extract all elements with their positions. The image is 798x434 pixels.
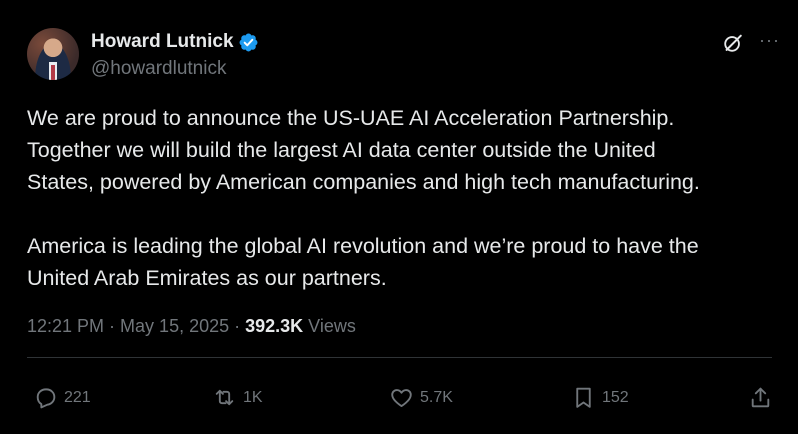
author-handle[interactable]: @howardlutnick bbox=[91, 58, 226, 80]
tweet-meta: 12:21 PM · May 15, 2025 · 392.3K Views bbox=[27, 316, 356, 337]
repost-count: 1K bbox=[243, 388, 263, 406]
repost-icon bbox=[215, 389, 234, 406]
avatar-tie bbox=[51, 65, 55, 80]
repost-button[interactable]: 1K bbox=[212, 385, 263, 410]
divider bbox=[27, 357, 772, 358]
tweet-card: Howard Lutnick @howardlutnick ··· We are… bbox=[0, 0, 798, 434]
reply-count: 221 bbox=[64, 388, 91, 406]
author-name-row: Howard Lutnick bbox=[91, 31, 259, 53]
heart-icon bbox=[391, 389, 412, 407]
tweet-text: We are proud to announce the US-UAE AI A… bbox=[27, 102, 772, 294]
share-icon bbox=[751, 387, 770, 408]
tweet-paragraph: America is leading the global AI revolut… bbox=[27, 234, 699, 290]
avatar[interactable] bbox=[27, 28, 79, 80]
reply-button[interactable]: 221 bbox=[33, 385, 91, 410]
action-bar: 221 1K 5.7K 152 bbox=[0, 381, 798, 415]
like-button[interactable]: 5.7K bbox=[389, 385, 453, 410]
like-count: 5.7K bbox=[420, 388, 453, 406]
tweet-date[interactable]: May 15, 2025 bbox=[120, 316, 229, 337]
tweet-time[interactable]: 12:21 PM bbox=[27, 316, 104, 337]
views-label[interactable]: Views bbox=[308, 316, 356, 337]
grok-icon[interactable] bbox=[722, 32, 744, 54]
bookmark-button[interactable]: 152 bbox=[571, 385, 629, 410]
meta-separator: · bbox=[234, 316, 241, 336]
bookmark-icon bbox=[576, 387, 591, 408]
verified-badge-icon bbox=[239, 33, 257, 51]
bookmark-count: 152 bbox=[602, 388, 629, 406]
tweet-paragraph: We are proud to announce the US-UAE AI A… bbox=[27, 106, 700, 194]
more-options-icon[interactable]: ··· bbox=[759, 30, 780, 51]
views-count[interactable]: 392.3K bbox=[245, 316, 303, 337]
share-button[interactable] bbox=[748, 385, 773, 410]
author-name[interactable]: Howard Lutnick bbox=[91, 31, 234, 53]
reply-icon bbox=[36, 388, 56, 409]
meta-separator: · bbox=[109, 316, 116, 336]
